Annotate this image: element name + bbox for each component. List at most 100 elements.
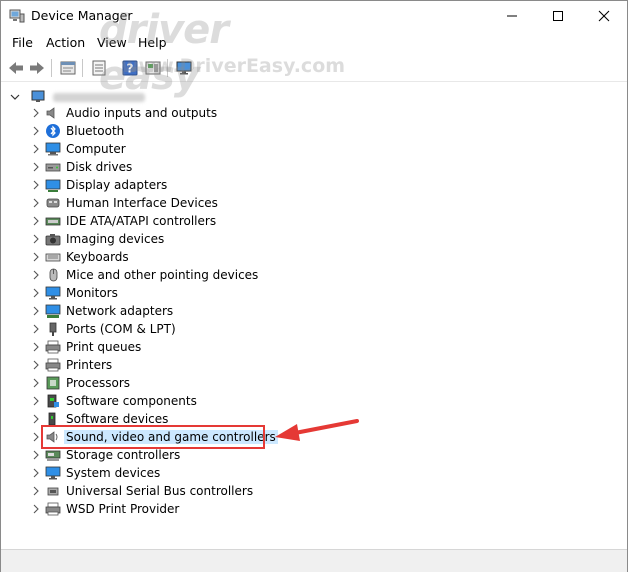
chevron-right-icon[interactable] bbox=[31, 197, 41, 209]
blurred-computer-name bbox=[53, 93, 145, 102]
minimize-icon bbox=[507, 15, 517, 17]
menu-help[interactable]: Help bbox=[138, 35, 167, 50]
monitor-toolbar-icon[interactable] bbox=[175, 59, 193, 77]
tree-item[interactable]: Computer bbox=[1, 140, 301, 158]
tree-item[interactable]: Printers bbox=[1, 356, 301, 374]
chevron-right-icon[interactable] bbox=[31, 359, 41, 371]
software-component-icon bbox=[47, 394, 59, 408]
tree-item-label: Audio inputs and outputs bbox=[66, 106, 218, 120]
chevron-right-icon[interactable] bbox=[31, 413, 41, 425]
processor-icon bbox=[46, 376, 60, 390]
computer-icon bbox=[45, 142, 61, 156]
tree-item-label: Human Interface Devices bbox=[66, 196, 218, 210]
tree-item[interactable]: Disk drives bbox=[1, 158, 301, 176]
tree-item[interactable]: WSD Print Provider bbox=[1, 500, 301, 518]
tree-item-label: Software devices bbox=[66, 412, 169, 426]
close-button[interactable] bbox=[581, 1, 627, 31]
toolbar-separator bbox=[167, 59, 168, 77]
chevron-right-icon[interactable] bbox=[31, 125, 41, 137]
tree-item-label: Print queues bbox=[66, 340, 142, 354]
tree-item-label: Imaging devices bbox=[66, 232, 165, 246]
chevron-right-icon[interactable] bbox=[31, 287, 41, 299]
close-icon bbox=[598, 10, 610, 22]
chevron-right-icon[interactable] bbox=[31, 143, 41, 155]
menu-action[interactable]: Action bbox=[46, 35, 85, 50]
hid-icon bbox=[46, 198, 60, 208]
chevron-right-icon[interactable] bbox=[31, 233, 41, 245]
tree-item[interactable]: Mice and other pointing devices bbox=[1, 266, 301, 284]
chevron-down-icon[interactable] bbox=[9, 91, 21, 103]
chevron-right-icon[interactable] bbox=[31, 467, 41, 479]
minimize-button[interactable] bbox=[489, 1, 535, 31]
chevron-right-icon[interactable] bbox=[31, 503, 41, 515]
tree-item[interactable]: Display adapters bbox=[1, 176, 301, 194]
properties-icon[interactable] bbox=[59, 59, 77, 77]
chevron-right-icon[interactable] bbox=[31, 179, 41, 191]
annotation-arrow-icon bbox=[275, 419, 359, 441]
details-view-icon[interactable] bbox=[90, 59, 108, 77]
scan-hardware-icon[interactable] bbox=[144, 59, 162, 77]
system-devices-icon bbox=[45, 466, 61, 480]
device-manager-window: Device Manager File Action View Help ? d… bbox=[0, 0, 628, 572]
tree-item[interactable]: Software components bbox=[1, 392, 301, 410]
tree-item-label: Display adapters bbox=[66, 178, 168, 192]
mouse-icon bbox=[49, 268, 58, 282]
tree-item[interactable]: Processors bbox=[1, 374, 301, 392]
tree-item-label: Monitors bbox=[66, 286, 118, 300]
tree-item-label: WSD Print Provider bbox=[66, 502, 180, 516]
tree-item-label: IDE ATA/ATAPI controllers bbox=[66, 214, 217, 228]
camera-icon bbox=[45, 234, 61, 246]
chevron-right-icon[interactable] bbox=[31, 449, 41, 461]
network-adapter-icon bbox=[45, 304, 61, 318]
chevron-right-icon[interactable] bbox=[31, 215, 41, 227]
tree-item-label: Ports (COM & LPT) bbox=[66, 322, 176, 336]
tree-item[interactable]: Print queues bbox=[1, 338, 301, 356]
tree-item[interactable]: IDE ATA/ATAPI controllers bbox=[1, 212, 301, 230]
usb-icon bbox=[47, 487, 59, 496]
tree-item[interactable]: System devices bbox=[1, 464, 301, 482]
back-arrow-icon[interactable] bbox=[7, 59, 25, 77]
tree-item-label: Software components bbox=[66, 394, 197, 408]
device-manager-icon bbox=[9, 9, 25, 23]
tree-item-label: Network adapters bbox=[66, 304, 174, 318]
tree-item-label: Universal Serial Bus controllers bbox=[66, 484, 254, 498]
tree-item[interactable]: Network adapters bbox=[1, 302, 301, 320]
tree-item-label: Processors bbox=[66, 376, 131, 390]
status-bar bbox=[1, 549, 627, 572]
forward-arrow-icon[interactable] bbox=[28, 59, 46, 77]
keyboard-icon bbox=[45, 253, 61, 262]
chevron-right-icon[interactable] bbox=[31, 341, 41, 353]
bluetooth-icon bbox=[46, 124, 60, 138]
tree-item[interactable]: Bluetooth bbox=[1, 122, 301, 140]
chevron-right-icon[interactable] bbox=[31, 431, 41, 443]
chevron-right-icon[interactable] bbox=[31, 269, 41, 281]
tree-item[interactable]: Ports (COM & LPT) bbox=[1, 320, 301, 338]
chevron-right-icon[interactable] bbox=[31, 251, 41, 263]
maximize-button[interactable] bbox=[535, 1, 581, 31]
title-bar[interactable]: Device Manager bbox=[1, 1, 627, 31]
tree-item[interactable]: Keyboards bbox=[1, 248, 301, 266]
tree-item[interactable]: Human Interface Devices bbox=[1, 194, 301, 212]
chevron-right-icon[interactable] bbox=[31, 395, 41, 407]
help-icon[interactable]: ? bbox=[121, 59, 139, 77]
tree-item[interactable]: Monitors bbox=[1, 284, 301, 302]
toolbar-separator bbox=[51, 59, 52, 77]
chevron-right-icon[interactable] bbox=[31, 305, 41, 317]
chevron-right-icon[interactable] bbox=[31, 323, 41, 335]
chevron-right-icon[interactable] bbox=[31, 161, 41, 173]
svg-text:?: ? bbox=[127, 62, 134, 76]
tree-item-label: Mice and other pointing devices bbox=[66, 268, 259, 282]
ide-controller-icon bbox=[45, 217, 61, 226]
tree-item[interactable]: Audio inputs and outputs bbox=[1, 104, 301, 122]
menu-file[interactable]: File bbox=[12, 35, 33, 50]
tree-item-label: Keyboards bbox=[66, 250, 129, 264]
tree-item[interactable]: Imaging devices bbox=[1, 230, 301, 248]
tree-item[interactable]: Universal Serial Bus controllers bbox=[1, 482, 301, 500]
printer-icon bbox=[45, 358, 61, 372]
chevron-right-icon[interactable] bbox=[31, 107, 41, 119]
device-tree: Audio inputs and outputs Bluetooth Compute… bbox=[1, 83, 627, 549]
monitor-icon bbox=[45, 286, 61, 300]
chevron-right-icon[interactable] bbox=[31, 377, 41, 389]
chevron-right-icon[interactable] bbox=[31, 485, 41, 497]
menu-view[interactable]: View bbox=[97, 35, 127, 50]
